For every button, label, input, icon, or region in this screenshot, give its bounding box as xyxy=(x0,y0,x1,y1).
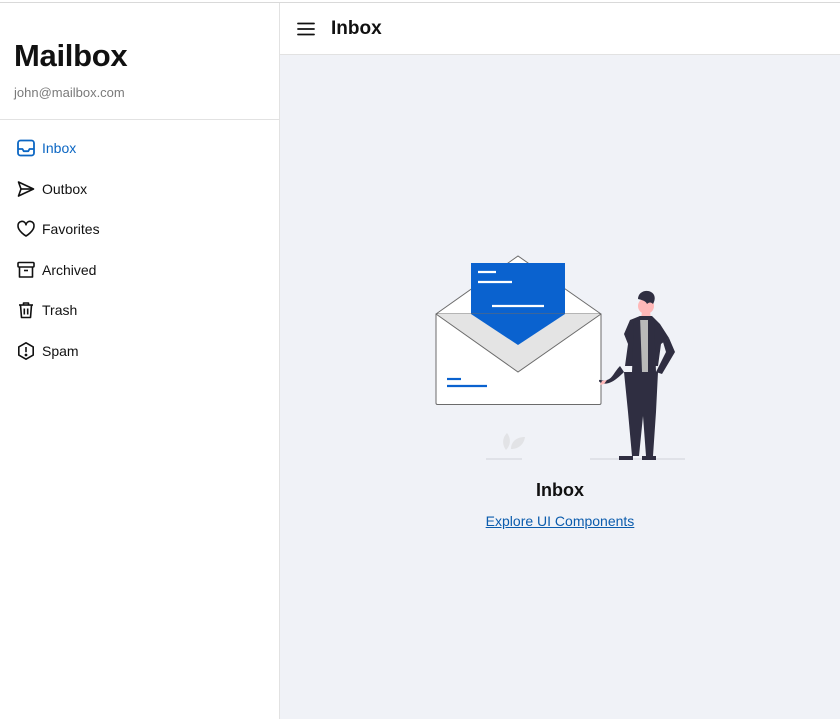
archive-icon xyxy=(16,260,36,280)
app-title: Mailbox xyxy=(14,38,128,73)
user-email: john@mailbox.com xyxy=(14,85,125,100)
send-icon xyxy=(16,179,36,199)
sidebar-item-trash[interactable]: Trash xyxy=(0,290,279,331)
explore-link-wrapper: Explore UI Components xyxy=(280,513,840,531)
hamburger-menu-icon[interactable] xyxy=(296,19,316,39)
sidebar-item-favorites[interactable]: Favorites xyxy=(0,209,279,250)
app-window: Mailbox john@mailbox.com Inbox Outbox Fa… xyxy=(0,2,840,719)
sidebar-item-spam[interactable]: Spam xyxy=(0,331,279,372)
main-content: Inbox Inbox Explore UI Components xyxy=(280,3,840,719)
sidebar-item-label: Inbox xyxy=(42,140,77,157)
sidebar-item-label: Outbox xyxy=(42,180,88,197)
page-title: Inbox xyxy=(331,17,382,39)
heart-icon xyxy=(16,219,36,239)
sidebar-item-label: Spam xyxy=(42,342,79,359)
sidebar-item-archived[interactable]: Archived xyxy=(0,250,279,291)
sidebar-header: Mailbox john@mailbox.com xyxy=(0,3,279,120)
trash-icon xyxy=(16,300,36,320)
inbox-icon xyxy=(16,138,36,158)
sidebar-item-inbox[interactable]: Inbox xyxy=(0,128,279,169)
explore-ui-components-link[interactable]: Explore UI Components xyxy=(486,513,635,529)
sidebar-nav: Inbox Outbox Favorites Archived Trash Sp… xyxy=(0,120,279,371)
sidebar: Mailbox john@mailbox.com Inbox Outbox Fa… xyxy=(0,3,280,719)
sidebar-item-label: Favorites xyxy=(42,221,100,238)
top-bar: Inbox xyxy=(280,3,840,55)
sidebar-item-label: Trash xyxy=(42,302,78,319)
sidebar-item-label: Archived xyxy=(42,261,97,278)
empty-state-title: Inbox xyxy=(536,480,584,500)
spam-icon xyxy=(16,341,36,361)
empty-inbox-illustration xyxy=(435,255,685,460)
sidebar-item-outbox[interactable]: Outbox xyxy=(0,169,279,210)
